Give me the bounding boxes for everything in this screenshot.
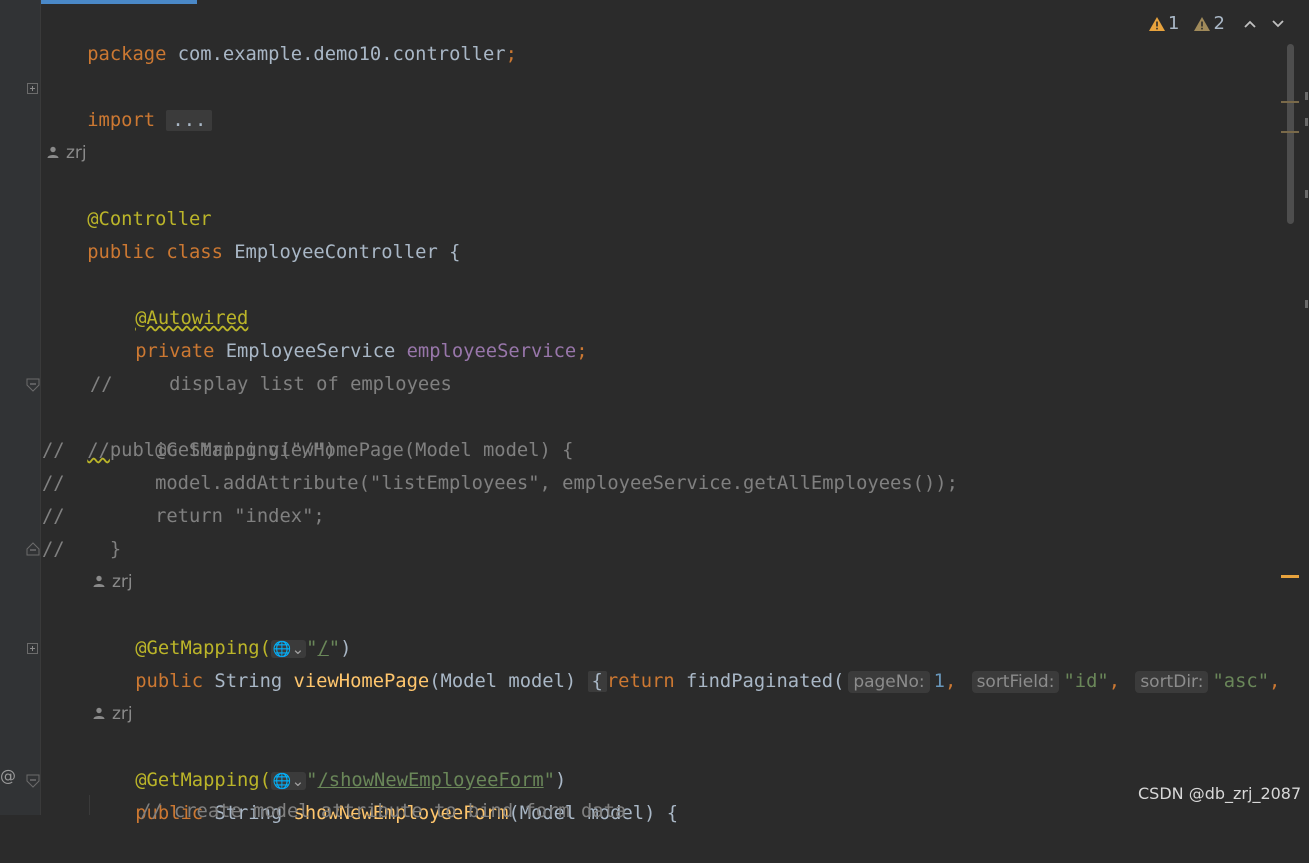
- field-name: employeeService: [406, 341, 577, 362]
- comma: ,: [944, 671, 957, 692]
- method-args: (Model model): [429, 671, 588, 692]
- folded-imports[interactable]: ...: [166, 110, 213, 131]
- implementation-gutter-icon[interactable]: @: [0, 766, 16, 785]
- code-comment: // }: [42, 539, 122, 560]
- method-name: viewHomePage: [293, 671, 430, 692]
- fold-collapse-icon[interactable]: [26, 378, 40, 392]
- code-comment: // @GetMapping("/"): [42, 401, 336, 461]
- code-line-autowired: @Autowired: [90, 269, 248, 329]
- code-editor[interactable]: package com.example.demo10.controller; i…: [42, 0, 1282, 824]
- semicolon: ;: [505, 44, 517, 65]
- error-stripe-marker[interactable]: [1281, 101, 1299, 103]
- warning-counter[interactable]: 1: [1148, 9, 1179, 39]
- code-line-getmapping: @GetMapping(🌐⌄ "/showNewEmployeeForm"): [90, 731, 566, 791]
- keyword: import: [87, 110, 156, 131]
- comma: ,: [1108, 671, 1120, 692]
- warning-triangle-icon: [1149, 17, 1165, 31]
- keyword: return: [606, 671, 675, 692]
- error-stripe-marker[interactable]: [1281, 575, 1299, 578]
- semicolon: ;: [576, 341, 588, 362]
- side-tab-mark[interactable]: [1305, 190, 1308, 198]
- number-literal: 1: [933, 671, 945, 692]
- folded-brace[interactable]: {: [587, 671, 607, 692]
- code-line-controller-annotation: @Controller: [42, 170, 211, 230]
- author-name: zrj: [112, 572, 133, 592]
- keyword: private: [135, 341, 215, 362]
- code-author-hint[interactable]: zrj: [92, 698, 133, 731]
- side-tab-mark[interactable]: [1305, 92, 1308, 100]
- chevron-up-icon: [1244, 20, 1256, 28]
- code-comment: // display list of employees: [90, 374, 452, 395]
- scrollbar-thumb[interactable]: [1287, 44, 1294, 224]
- code-comment: // public String viewHomePage(Model mode…: [42, 440, 574, 461]
- code-comment: // return "index";: [42, 506, 325, 527]
- code-line-field: private EmployeeService employeeService;: [90, 302, 587, 362]
- side-tab-mark[interactable]: [1305, 300, 1308, 308]
- parameter-hint: sortField:: [971, 671, 1060, 693]
- author-name: zrj: [66, 143, 87, 163]
- warning-count: 1: [1168, 13, 1180, 34]
- watermark: CSDN @db_zrj_2087: [1138, 784, 1302, 803]
- code-line-import: import ...: [42, 71, 213, 131]
- fold-expand-icon[interactable]: [27, 643, 38, 654]
- keyword: public: [87, 242, 156, 263]
- previous-highlight-button[interactable]: [1239, 13, 1261, 35]
- code-line-package: package com.example.demo10.controller;: [42, 5, 517, 65]
- editor-gutter[interactable]: [0, 0, 40, 815]
- type-name: EmployeeService: [214, 341, 407, 362]
- person-icon: [93, 707, 105, 719]
- parameter-hint: pageNo:: [848, 671, 930, 693]
- keyword: package: [87, 44, 167, 65]
- side-tab-mark[interactable]: [1305, 118, 1308, 126]
- code-line-show-form: public String showNewEmployeeForm(Model …: [90, 764, 678, 824]
- fold-expand-icon[interactable]: [27, 83, 38, 94]
- error-stripe-marker[interactable]: [1281, 131, 1299, 133]
- person-icon: [47, 146, 59, 158]
- author-name: zrj: [112, 704, 133, 724]
- code-line-view-home-page: public String viewHomePage(Model model) …: [90, 632, 1280, 693]
- fold-end-icon[interactable]: [26, 542, 40, 556]
- method-call: findPaginated(: [674, 671, 845, 692]
- next-highlight-button[interactable]: [1267, 13, 1289, 35]
- code-comment: // model.addAttribute("listEmployees", e…: [42, 473, 958, 494]
- code-line-class-declaration: public class EmployeeController {: [42, 203, 460, 263]
- code-author-hint[interactable]: zrj: [46, 137, 87, 170]
- package-name: com.example.demo10.controller: [166, 44, 506, 65]
- keyword: class: [166, 242, 223, 263]
- code-comment: // create model attribute to bind form d…: [140, 801, 627, 822]
- weak-warning-triangle-icon: [1194, 17, 1211, 31]
- code-author-hint[interactable]: zrj: [92, 566, 133, 599]
- indent-guide: [89, 795, 90, 815]
- gutter-divider: [40, 0, 41, 815]
- parameter-hint: sortDir:: [1135, 671, 1209, 693]
- type-name: String: [203, 671, 294, 692]
- string-literal: "id": [1063, 671, 1109, 692]
- weak-warning-count: 2: [1213, 13, 1225, 34]
- class-name: EmployeeController {: [222, 242, 461, 263]
- chevron-down-icon: [1272, 20, 1284, 28]
- string-literal: "asc": [1212, 671, 1270, 692]
- code-line-getmapping: @GetMapping(🌐⌄ "/"): [90, 599, 351, 659]
- weak-warning-counter[interactable]: 2: [1193, 9, 1225, 39]
- fold-collapse-icon[interactable]: [26, 774, 40, 788]
- keyword: public: [135, 671, 204, 692]
- person-icon: [93, 575, 105, 587]
- comma: ,: [1269, 671, 1281, 692]
- inspection-widget[interactable]: 1 2: [1148, 9, 1289, 39]
